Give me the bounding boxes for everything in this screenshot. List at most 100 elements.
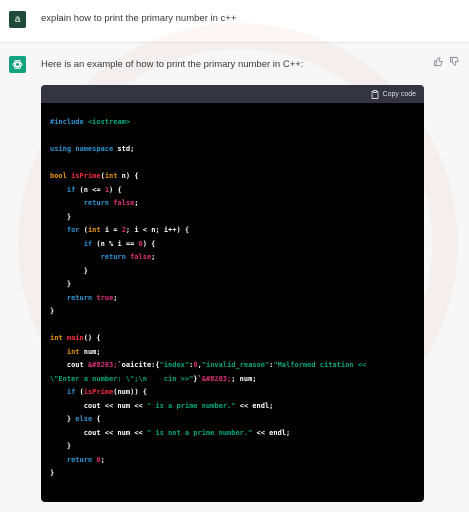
code-token: (num)) { xyxy=(113,388,147,396)
code-line: \"Enter a number: \";\n cin >>"}`&#8203;… xyxy=(50,373,424,387)
code-token: "Malformed citation << xyxy=(273,361,367,369)
code-line: using namespace std; xyxy=(50,143,424,157)
code-token: num; xyxy=(79,347,101,356)
clipboard-icon xyxy=(371,89,379,99)
code-content: #include <iostream> using namespace std;… xyxy=(41,103,424,481)
code-line: } xyxy=(50,265,424,279)
code-line: cout << num << " is not a prime number."… xyxy=(50,427,424,441)
code-line: } xyxy=(50,440,424,454)
user-message-text: explain how to print the primary number … xyxy=(41,13,237,24)
code-token: ( xyxy=(75,388,84,396)
code-token: return xyxy=(66,293,93,302)
code-token: << endl; xyxy=(252,428,291,437)
code-token: "invalid_reason" xyxy=(201,361,270,369)
code-line: for (int i = 2; i < n; i++) { xyxy=(50,224,424,238)
code-line: bool isPrime(int n) { xyxy=(50,170,424,184)
code-token: for xyxy=(66,226,80,234)
code-line: } xyxy=(50,467,424,481)
code-line: } xyxy=(50,305,424,319)
code-line: if (isPrime(num)) { xyxy=(50,386,424,400)
code-line: int main() { xyxy=(50,332,424,346)
code-line: return 0; xyxy=(50,454,424,468)
code-token: (n <= xyxy=(75,185,105,194)
code-token: bool xyxy=(50,172,72,180)
assistant-message-text: Here is an example of how to print the p… xyxy=(41,59,304,70)
code-token: return xyxy=(83,199,110,207)
code-line: } else { xyxy=(50,413,424,427)
copy-code-button[interactable]: Copy code xyxy=(371,89,416,99)
code-token: << endl; xyxy=(235,401,274,410)
code-token: { xyxy=(92,415,101,423)
code-token: ( xyxy=(79,226,88,234)
code-token: &#8203; xyxy=(87,361,118,369)
code-token: cout << num << xyxy=(50,428,147,437)
code-token: if xyxy=(83,239,93,248)
code-line: return true; xyxy=(50,292,424,306)
code-token: true xyxy=(96,293,114,302)
code-token: } xyxy=(50,212,72,221)
code-token: " is a prime number." xyxy=(146,401,236,410)
code-token: isPrime xyxy=(71,172,101,180)
openai-logo-icon xyxy=(9,56,26,73)
code-token: false xyxy=(113,199,135,207)
code-line: cout << num << " is a prime number." << … xyxy=(50,400,424,414)
code-token: std; xyxy=(113,145,135,153)
code-line: if (n % i == 0) { xyxy=(50,238,424,252)
code-token: main xyxy=(66,334,84,342)
code-token: } xyxy=(50,307,55,315)
code-token: "index" xyxy=(159,361,190,369)
code-token: i = xyxy=(100,226,122,234)
code-token: } xyxy=(50,280,72,288)
code-token: #include xyxy=(50,118,88,126)
copy-code-label: Copy code xyxy=(382,90,416,98)
code-token: <iostream> xyxy=(87,118,131,126)
thumbs-down-icon[interactable] xyxy=(449,56,460,67)
code-token: } xyxy=(50,266,88,275)
code-token: } xyxy=(50,442,72,450)
code-line: return false; xyxy=(50,197,424,211)
code-block: Copy code #include <iostream> using name… xyxy=(41,85,424,502)
code-line: } xyxy=(50,211,424,225)
code-token: ; i < n; i++) { xyxy=(125,226,190,234)
feedback-buttons xyxy=(433,56,460,67)
code-token: \"Enter a number: \";\n cin >>" xyxy=(50,374,194,383)
code-token: ; xyxy=(151,253,156,261)
code-token: false xyxy=(130,253,152,261)
code-line: if (n <= 1) { xyxy=(50,184,424,198)
user-avatar: a xyxy=(9,11,26,28)
code-line: return false; xyxy=(50,251,424,265)
code-token: `oaicite:{ xyxy=(117,361,160,369)
code-token: &#8203; xyxy=(201,374,232,383)
code-token: return xyxy=(66,455,93,464)
code-token: () { xyxy=(83,334,101,342)
code-token: ; num; xyxy=(231,374,257,383)
code-token: int xyxy=(87,226,101,234)
code-line: cout &#8203;`oaicite:{"index":0,"invalid… xyxy=(50,359,424,373)
code-token: }` xyxy=(193,374,202,383)
thumbs-up-icon[interactable] xyxy=(433,56,444,67)
code-token: (n % i == xyxy=(92,239,139,248)
code-token: int xyxy=(66,347,80,356)
code-token: return xyxy=(100,253,126,261)
user-message-row: a explain how to print the primary numbe… xyxy=(0,0,469,43)
code-line: #include <iostream> xyxy=(50,116,424,130)
code-token: ) { xyxy=(142,239,156,248)
code-line: int num; xyxy=(50,346,424,360)
code-token: " is not a prime number." xyxy=(146,428,253,437)
code-token: isPrime xyxy=(83,388,114,396)
code-token: ; xyxy=(134,199,139,207)
code-token: n) { xyxy=(117,172,139,180)
code-token: int xyxy=(50,334,67,342)
